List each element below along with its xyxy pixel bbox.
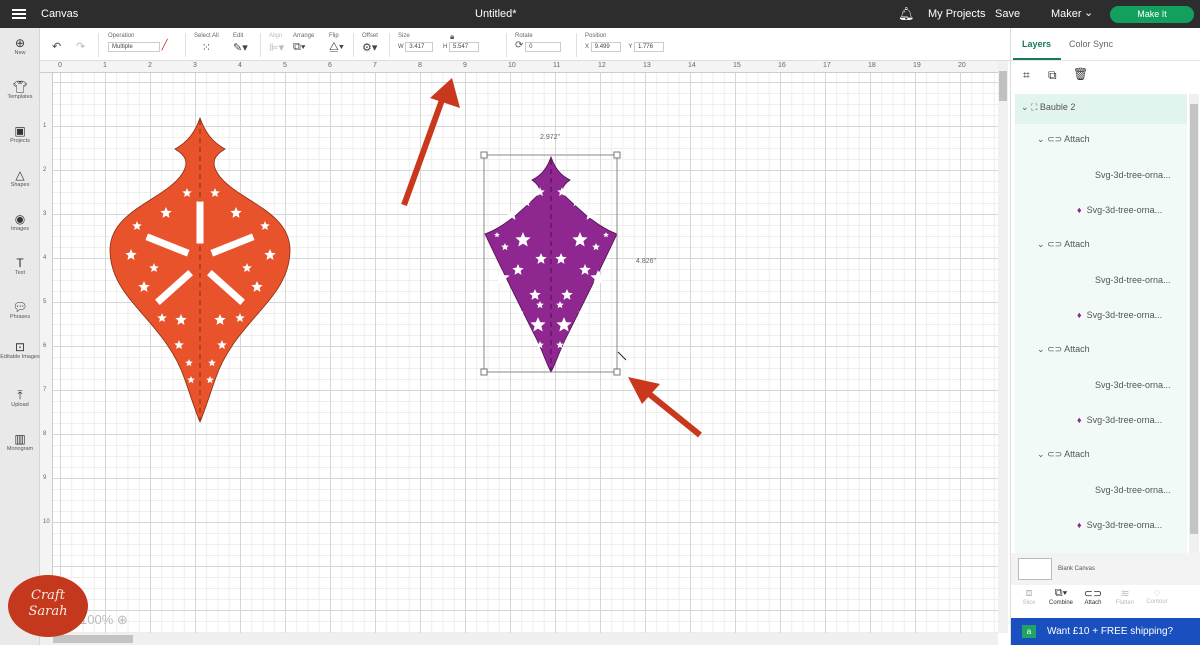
attach-label: Attach [1064,344,1090,354]
chevron-down-icon[interactable]: ⌄ [1037,239,1045,249]
layer-item-label: Svg-3d-tree-orna... [1086,205,1163,215]
layer-item[interactable]: Svg-3d-tree-orna... [1095,380,1171,390]
layer-item[interactable]: ♦ Svg-3d-tree-orna... [1077,205,1162,215]
selection-handle-top-left[interactable] [480,151,488,159]
layer-attach[interactable]: ⌄ ⊂⊃ Attach [1037,239,1090,250]
attach-icon: ⊂⊃ [1047,239,1063,249]
layer-attach[interactable]: ⌄ ⊂⊃ Attach [1037,344,1090,355]
annotation-arrow-bottom [628,377,702,438]
attach-icon: ⊂⊃ [1047,134,1063,144]
zoom-in-icon[interactable]: ⊕ [117,612,128,627]
layer-thumbnail-icon: ♦ [1077,520,1082,530]
tag-icon: a [1022,625,1036,638]
tool-label: Combine [1048,600,1073,606]
blank-canvas-swatch[interactable] [1018,558,1052,580]
tab-color-sync[interactable]: Color Sync [1069,39,1113,49]
canvas-horizontal-scrollbar[interactable] [40,633,998,645]
attach-label: Attach [1064,449,1090,459]
flatten-button[interactable]: ≋ Flatten [1108,587,1142,606]
blank-canvas-label: Blank Canvas [1058,566,1096,572]
layer-item-label: Svg-3d-tree-orna... [1095,380,1171,390]
selection-handle-top-right[interactable] [613,151,621,159]
layers-list: ⌄ ⛶ Bauble 2 ⌄ ⊂⊃ Attach Svg-3d-tree-orna.… [1015,94,1187,554]
layer-item-label: Svg-3d-tree-orna... [1095,170,1171,180]
attach-label: Attach [1064,239,1090,249]
layer-item[interactable]: ♦ Svg-3d-tree-orna... [1077,520,1162,530]
attach-icon: ⊂⊃ [1083,588,1103,600]
layer-item-label: Svg-3d-tree-orna... [1086,520,1163,530]
combine-button[interactable]: ⧉▾ Combine [1044,587,1078,606]
layer-item[interactable]: ♦ Svg-3d-tree-orna... [1077,310,1162,320]
layer-thumbnail-icon: ♦ [1077,310,1082,320]
layer-group-label: Bauble 2 [1039,102,1076,112]
promo-banner[interactable]: a Want £10 + FREE shipping? [1011,618,1200,645]
annotation-arrow-top [401,78,460,207]
selection-width-label: 2.972" [540,134,561,141]
canvas-vertical-scrollbar[interactable] [998,61,1008,633]
layer-item-label: Svg-3d-tree-orna... [1095,275,1171,285]
layer-thumbnail-icon: ♦ [1077,205,1082,215]
layer-item[interactable]: Svg-3d-tree-orna... [1095,485,1171,495]
combine-icon: ⧉▾ [1054,587,1068,599]
chevron-down-icon[interactable]: ⌄ [1037,344,1045,354]
selection-height-label: 4.826" [636,258,657,265]
attach-label: Attach [1064,134,1090,144]
contour-button[interactable]: ◌ Contour [1140,587,1174,605]
attach-icon: ⊂⊃ [1047,344,1063,354]
layer-item-label: Svg-3d-tree-orna... [1086,310,1163,320]
layer-item-label: Svg-3d-tree-orna... [1086,415,1163,425]
contour-icon: ◌ [1153,587,1161,599]
flatten-icon: ≋ [1120,588,1130,600]
layers-scrollbar[interactable] [1189,94,1199,554]
layer-item[interactable]: Svg-3d-tree-orna... [1095,275,1171,285]
layers-panel: Layers Color Sync ⌗ ⧉ 🗑︎ ⌄ ⛶ Bauble 2 ⌄ ⊂… [1010,28,1200,645]
selection-handle-bottom-left[interactable] [480,368,488,376]
duplicate-icon[interactable]: ⧉ [1048,68,1057,83]
tool-label: Slice [1022,600,1036,606]
star-cutout [539,357,545,363]
layer-item[interactable]: ♦ Svg-3d-tree-orna... [1077,415,1162,425]
delete-icon[interactable]: 🗑︎ [1073,67,1088,81]
layer-attach[interactable]: ⌄ ⊂⊃ Attach [1037,134,1090,145]
attach-icon: ⊂⊃ [1047,449,1063,459]
attach-button[interactable]: ⊂⊃ Attach [1076,587,1110,606]
layer-thumbnail-icon: ♦ [1077,415,1082,425]
tool-label: Flatten [1115,600,1135,606]
tool-label: Contour [1146,599,1168,605]
craft-with-sarah-logo: Craft Sarah [8,575,88,637]
layer-item[interactable]: Svg-3d-tree-orna... [1095,170,1171,180]
selection-handle-bottom-right[interactable] [613,368,621,376]
slice-button[interactable]: ⧈ Slice [1012,587,1046,606]
resize-icon[interactable] [617,351,627,361]
slice-icon: ⧈ [1025,587,1033,599]
group-icon[interactable]: ⌗ [1023,68,1030,83]
group-icon: ⛶ [1031,102,1038,112]
promo-text: Want £10 + FREE shipping? [1047,626,1174,637]
layer-item-label: Svg-3d-tree-orna... [1095,485,1171,495]
chevron-down-icon[interactable]: ⌄ [1037,449,1045,459]
layer-attach[interactable]: ⌄ ⊂⊃ Attach [1037,449,1090,460]
tool-label: Attach [1084,600,1102,606]
chevron-down-icon[interactable]: ⌄ [1021,102,1029,112]
layer-group-bauble-2[interactable]: ⌄ ⛶ Bauble 2 [1021,102,1075,113]
chevron-down-icon[interactable]: ⌄ [1037,134,1045,144]
zoom-level: 100% ⊕ [80,612,128,627]
star-cutout [557,357,563,363]
tab-layers[interactable]: Layers [1022,39,1051,49]
